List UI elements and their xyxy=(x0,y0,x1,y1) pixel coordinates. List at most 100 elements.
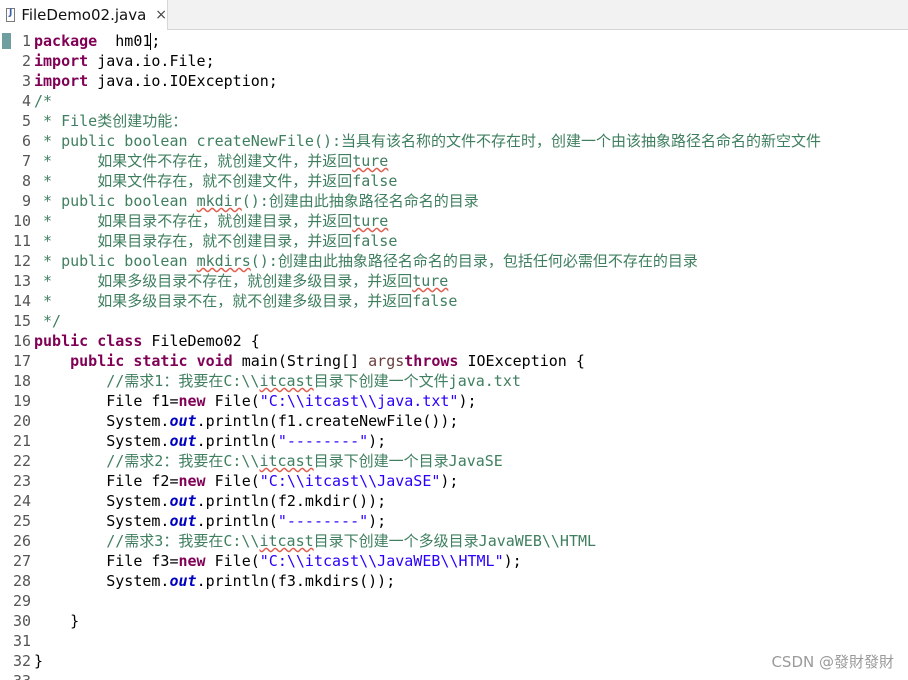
code-line[interactable]: 6 * public boolean createNewFile():当具有该名… xyxy=(0,131,908,151)
line-number: 26 xyxy=(12,532,31,550)
code-line[interactable]: 1 package hm01; xyxy=(0,31,908,51)
code-text: File f2=new File("C:\\itcast\\JavaSE"); xyxy=(34,471,458,491)
code-token: out xyxy=(169,512,197,530)
code-line[interactable]: 5 * File类创建功能： xyxy=(0,111,908,131)
code-text: * 如果目录不存在，就创建目录，并返回ture xyxy=(34,211,388,231)
code-text: * 如果文件不存在，就创建文件，并返回ture xyxy=(34,151,388,171)
code-token: * public boolean xyxy=(34,192,197,210)
editor-tab-bar: FileDemo02.java × xyxy=(0,0,908,30)
code-line[interactable]: 21 System.out.println("--------"); xyxy=(0,431,908,451)
code-token: main(String[] xyxy=(232,352,369,370)
code-token: } xyxy=(34,612,80,630)
code-token: out xyxy=(169,432,197,450)
code-line[interactable]: 20 System.out.println(f1.createNewFile()… xyxy=(0,411,908,431)
code-token: import xyxy=(34,52,89,70)
code-token: * 如果多级目录不在，就不创建多级目录，并返回false xyxy=(34,292,458,310)
close-icon[interactable]: × xyxy=(155,8,167,22)
code-text: System.out.println("--------"); xyxy=(34,431,386,451)
code-line[interactable]: 29 xyxy=(0,591,908,611)
code-line[interactable]: 24 System.out.println(f2.mkdir()); xyxy=(0,491,908,511)
line-number: 13 xyxy=(12,272,31,290)
code-token: //需求3：我要在C:\\ xyxy=(106,532,260,550)
line-number: 21 xyxy=(12,432,31,450)
code-line[interactable]: 31 xyxy=(0,631,908,651)
code-text: public static void main(String[] argsthr… xyxy=(34,351,585,371)
code-line[interactable]: 9 * public boolean mkdir():创建由此抽象路径名命名的目… xyxy=(0,191,908,211)
code-line[interactable]: 28 System.out.println(f3.mkdirs()); xyxy=(0,571,908,591)
line-number: 31 xyxy=(12,632,31,650)
code-text: package hm01; xyxy=(34,31,160,51)
code-text: public class FileDemo02 { xyxy=(34,331,260,351)
code-text: /* xyxy=(34,91,52,111)
code-token: IOException { xyxy=(458,352,585,370)
code-line[interactable]: 12 * public boolean mkdirs():创建由此抽象路径名命名… xyxy=(0,251,908,271)
tab-filedemo02-java[interactable]: FileDemo02.java × xyxy=(0,0,168,30)
code-line[interactable]: 4/* xyxy=(0,91,908,111)
code-token: * 如果多级目录不存在，就创建多级目录，并返回 xyxy=(34,272,413,290)
code-line[interactable]: 22 //需求2：我要在C:\\itcast目录下创建一个目录JavaSE xyxy=(0,451,908,471)
code-token: * File类创建功能： xyxy=(34,112,188,130)
code-line[interactable]: 14 * 如果多级目录不在，就不创建多级目录，并返回false xyxy=(0,291,908,311)
code-line[interactable]: 16 public class FileDemo02 { xyxy=(0,331,908,351)
code-token: */ xyxy=(34,312,62,330)
code-token: ); xyxy=(503,552,522,570)
code-line[interactable]: 18 //需求1：我要在C:\\itcast目录下创建一个文件java.txt xyxy=(0,371,908,391)
code-token: mkdir xyxy=(196,192,242,210)
code-token: "--------" xyxy=(277,432,369,450)
code-line[interactable]: 8 * 如果文件存在，就不创建文件，并返回false xyxy=(0,171,908,191)
line-number: 8 xyxy=(21,172,31,190)
code-text: } xyxy=(34,611,79,631)
code-token: 目录下创建一个目录JavaSE xyxy=(313,452,503,470)
code-line[interactable]: 33 xyxy=(0,671,908,680)
code-token: //需求2：我要在C:\\ xyxy=(106,452,260,470)
code-line[interactable]: 30 } xyxy=(0,611,908,631)
code-token: itcast xyxy=(259,372,314,390)
code-token: throws xyxy=(404,352,459,370)
code-line[interactable]: 11 * 如果目录存在，就不创建目录，并返回false xyxy=(0,231,908,251)
code-token: out xyxy=(169,572,197,590)
code-token: 目录下创建一个文件java.txt xyxy=(313,372,521,390)
code-text: * 如果文件存在，就不创建文件，并返回false xyxy=(34,171,397,191)
code-token: ture xyxy=(352,212,389,230)
code-token: } xyxy=(34,652,44,670)
code-line[interactable]: 27 File f3=new File("C:\\itcast\\JavaWEB… xyxy=(0,551,908,571)
code-text: * public boolean createNewFile():当具有该名称的… xyxy=(34,131,821,151)
line-number: 32 xyxy=(12,652,31,670)
code-token: File f1= xyxy=(34,392,179,410)
code-text: import java.io.File; xyxy=(34,51,215,71)
line-number: 5 xyxy=(21,112,31,130)
code-text: */ xyxy=(34,311,61,331)
code-line[interactable]: 17 public static void main(String[] args… xyxy=(0,351,908,371)
line-number: 14 xyxy=(12,292,31,310)
code-line[interactable]: 15 */ xyxy=(0,311,908,331)
code-line[interactable]: 3 import java.io.IOException; xyxy=(0,71,908,91)
code-line[interactable]: 10 * 如果目录不存在，就创建目录，并返回ture xyxy=(0,211,908,231)
code-token: new xyxy=(178,552,206,570)
code-token: File( xyxy=(205,552,260,570)
code-token: ); xyxy=(368,512,387,530)
code-line[interactable]: 25 System.out.println("--------"); xyxy=(0,511,908,531)
code-token: itcast xyxy=(259,532,314,550)
code-token: .println( xyxy=(196,512,278,530)
line-number: 10 xyxy=(12,212,31,230)
code-line[interactable]: 13 * 如果多级目录不存在，就创建多级目录，并返回ture xyxy=(0,271,908,291)
code-line[interactable]: 19 File f1=new File("C:\\itcast\\java.tx… xyxy=(0,391,908,411)
code-token: new xyxy=(178,392,206,410)
code-line[interactable]: 7 * 如果文件不存在，就创建文件，并返回ture xyxy=(0,151,908,171)
code-line[interactable]: 23 File f2=new File("C:\\itcast\\JavaSE"… xyxy=(0,471,908,491)
code-editor[interactable]: 1 package hm01; 2 import java.io.File; 3 impo… xyxy=(0,30,908,680)
line-number: 27 xyxy=(12,552,31,570)
code-text: System.out.println("--------"); xyxy=(34,511,386,531)
code-line[interactable]: 2 import java.io.File; xyxy=(0,51,908,71)
watermark: CSDN @發財發財 xyxy=(771,653,894,671)
code-token: File( xyxy=(205,392,260,410)
line-number: 1 xyxy=(21,32,31,50)
line-number: 16 xyxy=(12,332,31,350)
code-line[interactable]: 26 //需求3：我要在C:\\itcast目录下创建一个多级目录JavaWEB… xyxy=(0,531,908,551)
code-text: * 如果目录存在，就不创建目录，并返回false xyxy=(34,231,397,251)
code-token: ():创建由此抽象路径名命名的目录，包括任何必需但不存在的目录 xyxy=(250,252,698,270)
